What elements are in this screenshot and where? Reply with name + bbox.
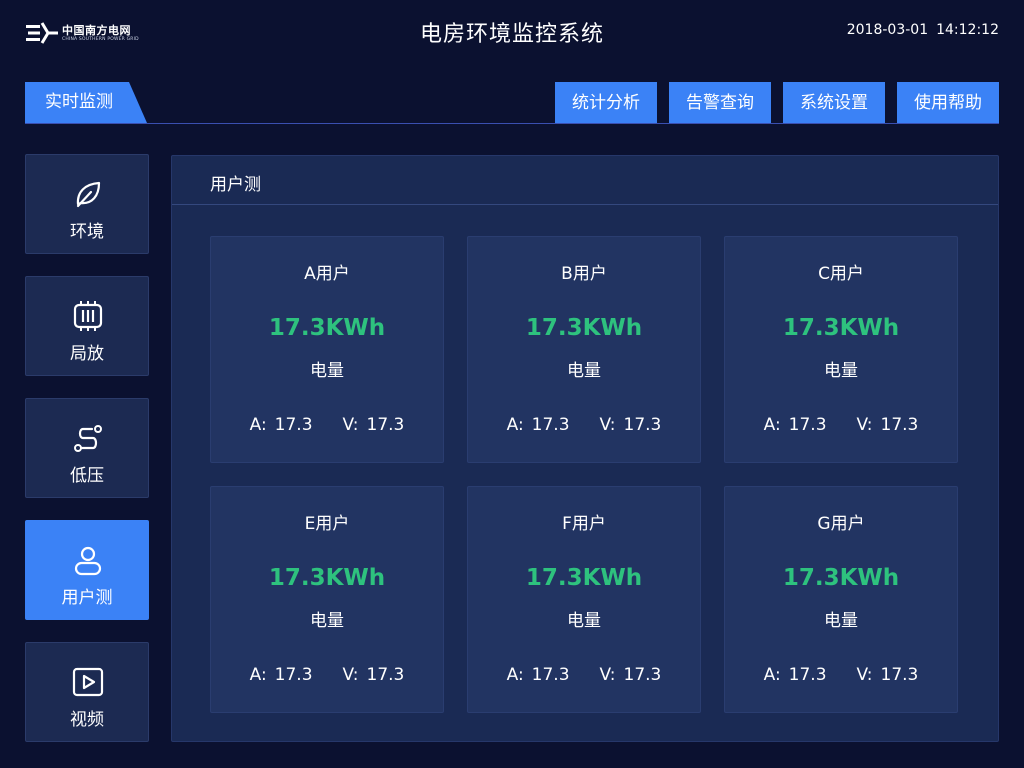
sidebar-item-user-meter[interactable]: 用户测 bbox=[25, 520, 149, 620]
energy-label: 电量 bbox=[567, 611, 601, 631]
sidebar-item-video[interactable]: 视频 bbox=[25, 642, 149, 742]
user-card[interactable]: C用户 17.3KWh 电量 A: 17.3 V: 17.3 bbox=[724, 236, 958, 463]
user-name: A用户 bbox=[304, 264, 350, 284]
sidebar-item-low-voltage[interactable]: 低压 bbox=[25, 398, 149, 498]
current-key: A: bbox=[763, 415, 781, 435]
current-value: 17.3 bbox=[531, 415, 570, 435]
alarm-query-button[interactable]: 告警查询 bbox=[669, 82, 771, 123]
energy-value: 17.3KWh bbox=[268, 315, 386, 341]
voltage-value: 17.3 bbox=[880, 665, 919, 685]
tab-realtime-monitor-label: 实时监测 bbox=[45, 92, 113, 112]
sidebar-item-environment[interactable]: 环境 bbox=[25, 154, 149, 254]
voltage-value: 17.3 bbox=[366, 665, 405, 685]
energy-label: 电量 bbox=[310, 361, 344, 381]
current-value: 17.3 bbox=[274, 665, 313, 685]
current-key: A: bbox=[506, 415, 524, 435]
current-value: 17.3 bbox=[788, 415, 827, 435]
current-key: A: bbox=[249, 415, 267, 435]
chip-icon bbox=[73, 301, 103, 331]
energy-value: 17.3KWh bbox=[782, 315, 900, 341]
current-value: 17.3 bbox=[531, 665, 570, 685]
card-metrics: A: 17.3 V: 17.3 bbox=[468, 415, 700, 435]
current-value: 17.3 bbox=[788, 665, 827, 685]
system-settings-button[interactable]: 系统设置 bbox=[783, 82, 885, 123]
voltage-key: V: bbox=[599, 665, 616, 685]
date-text: 2018-03-01 bbox=[846, 22, 929, 38]
energy-value: 17.3KWh bbox=[268, 565, 386, 591]
header: 中国南方电网 CHINA SOUTHERN POWER GRID 电房环境监控系… bbox=[0, 0, 1024, 64]
panel-title: 用户测 bbox=[210, 175, 261, 195]
current-key: A: bbox=[763, 665, 781, 685]
datetime: 2018-03-01 14:12:12 bbox=[839, 22, 999, 38]
voltage-key: V: bbox=[342, 415, 359, 435]
user-card[interactable]: F用户 17.3KWh 电量 A: 17.3 V: 17.3 bbox=[467, 486, 701, 713]
user-name: F用户 bbox=[562, 514, 606, 534]
user-name: E用户 bbox=[304, 514, 350, 534]
current-key: A: bbox=[249, 665, 267, 685]
voltage-value: 17.3 bbox=[623, 665, 662, 685]
user-name: B用户 bbox=[561, 264, 607, 284]
energy-value: 17.3KWh bbox=[782, 565, 900, 591]
time-text: 14:12:12 bbox=[936, 22, 999, 38]
card-metrics: A: 17.3 V: 17.3 bbox=[468, 665, 700, 685]
energy-label: 电量 bbox=[824, 361, 858, 381]
energy-label: 电量 bbox=[824, 611, 858, 631]
card-metrics: A: 17.3 V: 17.3 bbox=[725, 415, 957, 435]
tab-realtime-monitor[interactable]: 实时监测 bbox=[25, 82, 147, 123]
user-icon bbox=[74, 546, 102, 576]
sidebar-item-label: 环境 bbox=[70, 222, 104, 242]
sidebar-item-partial-discharge[interactable]: 局放 bbox=[25, 276, 149, 376]
route-icon bbox=[74, 425, 102, 452]
voltage-value: 17.3 bbox=[880, 415, 919, 435]
current-value: 17.3 bbox=[274, 415, 313, 435]
user-card[interactable]: A用户 17.3KWh 电量 A: 17.3 V: 17.3 bbox=[210, 236, 444, 463]
voltage-key: V: bbox=[599, 415, 616, 435]
user-name: G用户 bbox=[817, 514, 865, 534]
energy-value: 17.3KWh bbox=[525, 565, 643, 591]
voltage-value: 17.3 bbox=[366, 415, 405, 435]
user-card[interactable]: E用户 17.3KWh 电量 A: 17.3 V: 17.3 bbox=[210, 486, 444, 713]
sidebar-item-label: 局放 bbox=[70, 344, 104, 364]
panel-header: 用户测 bbox=[172, 156, 998, 205]
stats-analysis-button[interactable]: 统计分析 bbox=[555, 82, 657, 123]
nav-divider bbox=[25, 123, 999, 124]
energy-label: 电量 bbox=[567, 361, 601, 381]
user-name: C用户 bbox=[818, 264, 864, 284]
sidebar-item-label: 视频 bbox=[70, 710, 104, 730]
help-button[interactable]: 使用帮助 bbox=[897, 82, 999, 123]
energy-label: 电量 bbox=[310, 611, 344, 631]
energy-value: 17.3KWh bbox=[525, 315, 643, 341]
sidebar-item-label: 用户测 bbox=[61, 588, 113, 608]
user-card[interactable]: B用户 17.3KWh 电量 A: 17.3 V: 17.3 bbox=[467, 236, 701, 463]
sidebar-item-label: 低压 bbox=[70, 466, 104, 486]
voltage-value: 17.3 bbox=[623, 415, 662, 435]
main-panel: 用户测 A用户 17.3KWh 电量 A: 17.3 V: 17.3 B用户 17.… bbox=[171, 155, 999, 742]
voltage-key: V: bbox=[856, 415, 873, 435]
current-key: A: bbox=[506, 665, 524, 685]
user-card[interactable]: G用户 17.3KWh 电量 A: 17.3 V: 17.3 bbox=[724, 486, 958, 713]
card-metrics: A: 17.3 V: 17.3 bbox=[211, 415, 443, 435]
card-metrics: A: 17.3 V: 17.3 bbox=[211, 665, 443, 685]
voltage-key: V: bbox=[342, 665, 359, 685]
play-icon bbox=[72, 667, 104, 697]
voltage-key: V: bbox=[856, 665, 873, 685]
leaf-icon bbox=[76, 181, 101, 208]
card-metrics: A: 17.3 V: 17.3 bbox=[725, 665, 957, 685]
